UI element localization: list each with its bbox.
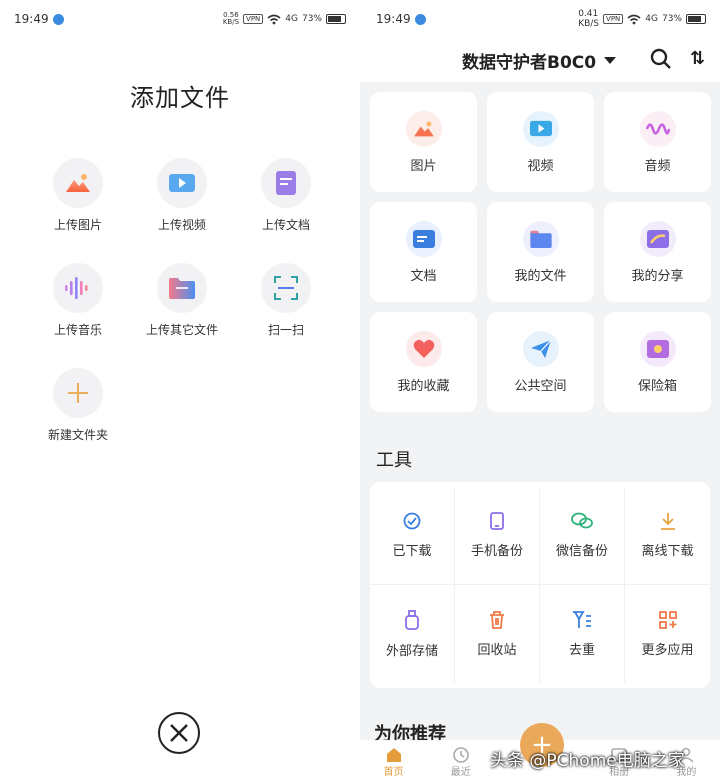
nav-recent[interactable]: 最近 <box>451 747 471 778</box>
tool-recycle-bin[interactable]: 回收站 <box>455 585 540 683</box>
search-icon[interactable] <box>650 48 672 70</box>
dedup-icon <box>573 610 591 628</box>
upload-options: 上传图片 上传视频 上传文档 上传音乐 上传其它文件 扫一扫 新建文件夹 <box>26 158 336 443</box>
audio-icon <box>639 110 676 147</box>
upload-video-button[interactable]: 上传视频 <box>130 158 234 233</box>
category-images[interactable]: 图片 <box>370 92 477 192</box>
sheet-title: 添加文件 <box>130 84 230 112</box>
paper-plane-icon <box>522 330 559 367</box>
tool-external-storage[interactable]: 外部存储 <box>370 585 455 683</box>
category-favorites[interactable]: 我的收藏 <box>370 312 477 412</box>
tools-grid: 已下载 手机备份 微信备份 离线下载 外部存储 回收站 去重 更多应用 <box>370 482 710 688</box>
tools-heading: 工具 <box>376 450 412 471</box>
vpn-badge: VPN <box>243 14 264 24</box>
status-icons: 0.41 KB/S VPN 4G 73% <box>578 9 706 29</box>
tool-downloaded[interactable]: 已下载 <box>370 487 455 585</box>
signal-icon: 4G <box>645 14 658 24</box>
battery-icon <box>686 14 706 24</box>
tool-offline-download[interactable]: 离线下载 <box>625 487 710 585</box>
upload-other-files-button[interactable]: 上传其它文件 <box>130 263 234 338</box>
download-icon <box>660 513 675 530</box>
category-public-space[interactable]: 公共空间 <box>487 312 594 412</box>
vpn-badge: VPN <box>603 14 624 24</box>
apps-icon <box>658 610 677 629</box>
download-check-icon <box>403 512 421 530</box>
tool-dedup[interactable]: 去重 <box>540 585 625 683</box>
nav-home[interactable]: 首页 <box>384 747 404 778</box>
tool-wechat-backup[interactable]: 微信备份 <box>540 487 625 585</box>
home-icon <box>386 748 401 762</box>
net-speed: 0.41 KB/S <box>578 9 600 29</box>
signal-icon: 4G <box>285 14 298 24</box>
status-time: 19:49 <box>376 12 411 26</box>
app-notification-icon <box>52 13 64 25</box>
status-icons: 0.56 KB/S VPN 4G 73% <box>223 12 346 26</box>
scan-icon <box>261 263 311 313</box>
clock-icon <box>452 747 469 763</box>
account-switcher[interactable]: 数据守护者B0C0 <box>462 48 617 73</box>
add-file-sheet: 19:49 0.56 KB/S VPN 4G 73% 添加文件 上传图片 上传视… <box>0 0 360 784</box>
image-icon <box>405 110 442 147</box>
upload-document-button[interactable]: 上传文档 <box>234 158 338 233</box>
tool-phone-backup[interactable]: 手机备份 <box>455 487 540 585</box>
sort-icon[interactable]: ⇅ <box>690 48 705 69</box>
battery-percent: 73% <box>301 14 322 24</box>
document-icon <box>405 220 442 257</box>
trash-icon <box>490 610 504 629</box>
tool-more-apps[interactable]: 更多应用 <box>625 585 710 683</box>
share-icon <box>639 220 676 257</box>
status-time: 19:49 <box>14 12 49 26</box>
category-safe-box[interactable]: 保险箱 <box>604 312 711 412</box>
heart-icon <box>405 330 442 367</box>
category-my-shares[interactable]: 我的分享 <box>604 202 711 302</box>
music-icon <box>53 263 103 313</box>
wifi-icon <box>267 14 281 24</box>
safe-icon <box>639 330 676 367</box>
status-bar: 19:49 0.41 KB/S VPN 4G 73% <box>360 0 720 38</box>
usb-icon <box>405 609 419 630</box>
document-icon <box>261 158 311 208</box>
scan-button[interactable]: 扫一扫 <box>234 263 338 338</box>
close-icon <box>170 724 188 742</box>
top-bar: 19:49 0.41 KB/S VPN 4G 73% 数据守护者B0C0 ⇅ <box>360 0 720 82</box>
status-bar: 19:49 0.56 KB/S VPN 4G 73% <box>0 0 360 38</box>
header: 数据守护者B0C0 ⇅ <box>360 42 720 78</box>
image-icon <box>53 158 103 208</box>
wechat-icon <box>571 512 593 529</box>
folder-icon <box>157 263 207 313</box>
folder-icon <box>522 220 559 257</box>
account-name: 数据守护者B0C0 <box>462 53 597 73</box>
phone-icon <box>490 512 504 530</box>
category-grid: 图片 视频 音频 文档 我的文件 我的分享 我的收藏 公共空间 保险箱 <box>370 92 712 412</box>
category-audio[interactable]: 音频 <box>604 92 711 192</box>
video-icon <box>522 110 559 147</box>
upload-image-button[interactable]: 上传图片 <box>26 158 130 233</box>
new-folder-button[interactable]: 新建文件夹 <box>26 368 130 443</box>
category-videos[interactable]: 视频 <box>487 92 594 192</box>
category-documents[interactable]: 文档 <box>370 202 477 302</box>
watermark: 头条 @PChome电脑之家 <box>490 751 685 771</box>
wifi-icon <box>627 14 641 24</box>
caret-down-icon <box>604 57 617 64</box>
net-speed: 0.56 KB/S <box>222 11 240 26</box>
app-notification-icon <box>414 13 426 25</box>
plus-icon <box>53 368 103 418</box>
category-my-files[interactable]: 我的文件 <box>487 202 594 302</box>
home-screen: 19:49 0.41 KB/S VPN 4G 73% 数据守护者B0C0 ⇅ 图… <box>360 0 720 784</box>
close-button[interactable] <box>158 712 200 754</box>
video-icon <box>157 158 207 208</box>
upload-music-button[interactable]: 上传音乐 <box>26 263 130 338</box>
battery-icon <box>326 14 346 24</box>
battery-percent: 73% <box>661 14 682 24</box>
